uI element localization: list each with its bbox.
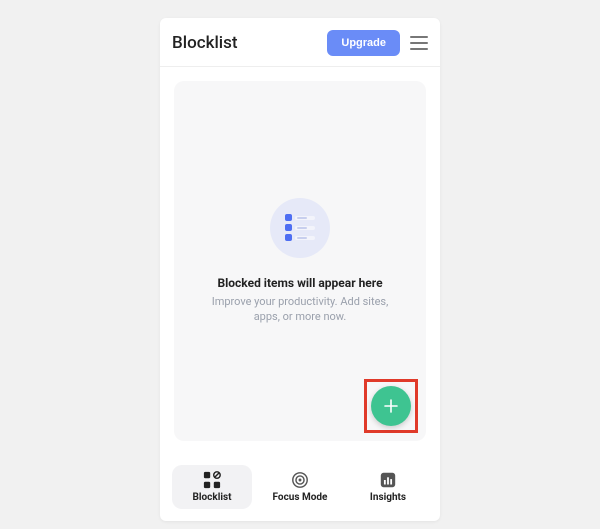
content-area: Blocked items will appear here Improve y… xyxy=(160,67,440,455)
tab-blocklist[interactable]: Blocklist xyxy=(172,465,252,509)
plus-icon xyxy=(383,398,399,414)
menu-icon[interactable] xyxy=(410,36,428,50)
empty-state-card: Blocked items will appear here Improve y… xyxy=(174,81,426,441)
app-shell: Blocklist Upgrade Blocked items will app… xyxy=(160,18,440,521)
empty-state-subtitle: Improve your productivity. Add sites, ap… xyxy=(198,294,402,325)
top-bar-actions: Upgrade xyxy=(327,30,428,56)
bar-chart-icon xyxy=(379,471,397,489)
blocklist-illustration-icon xyxy=(270,198,330,258)
empty-state-title: Blocked items will appear here xyxy=(217,276,382,290)
page-title: Blocklist xyxy=(172,33,238,53)
tab-focus-mode[interactable]: Focus Mode xyxy=(260,465,340,509)
add-button[interactable] xyxy=(371,386,411,426)
tab-label: Insights xyxy=(370,492,406,503)
blocklist-tab-icon xyxy=(203,471,221,489)
tab-label: Focus Mode xyxy=(273,492,328,503)
bottom-tab-bar: Blocklist Focus Mode Insi xyxy=(160,455,440,521)
tab-insights[interactable]: Insights xyxy=(348,465,428,509)
tab-label: Blocklist xyxy=(192,492,231,503)
target-icon xyxy=(291,471,309,489)
top-bar: Blocklist Upgrade xyxy=(160,18,440,67)
upgrade-button[interactable]: Upgrade xyxy=(327,30,400,56)
tutorial-highlight xyxy=(364,379,418,433)
